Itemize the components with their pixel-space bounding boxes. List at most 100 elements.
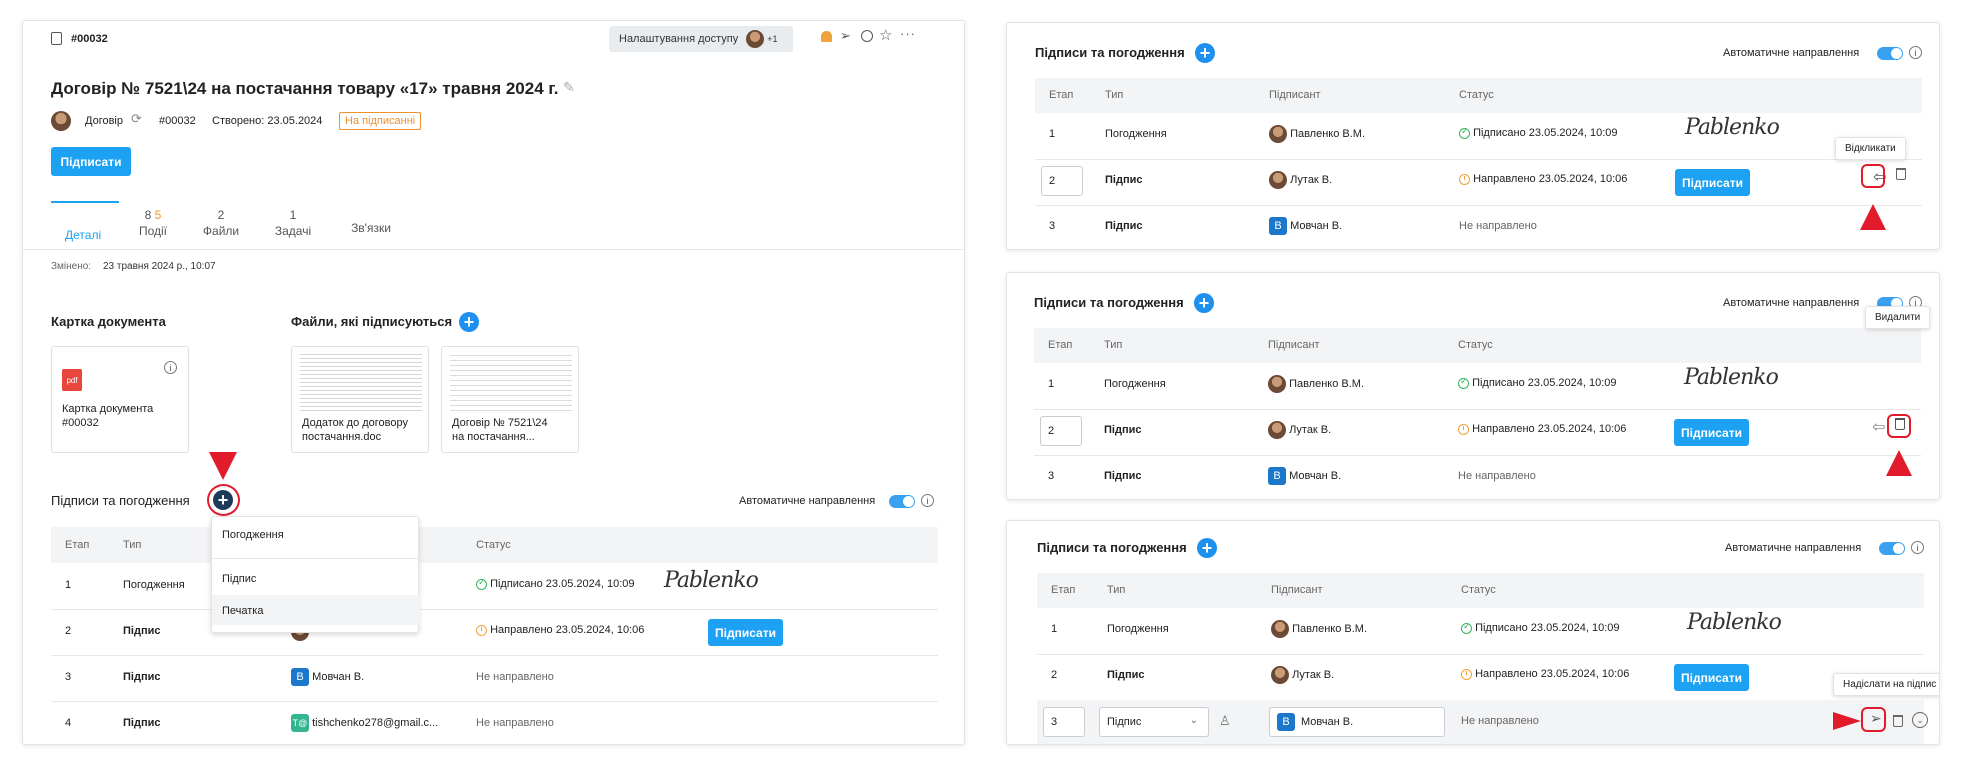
row-status: Направлено 23.05.2024, 10:06 — [1461, 668, 1629, 680]
type-select[interactable]: Підпис ⌄ — [1099, 707, 1209, 737]
pending-status-icon — [1461, 668, 1472, 680]
signer-initial-badge: B — [1277, 713, 1295, 731]
row-status: Підписано 23.05.2024, 10:09 — [1461, 621, 1620, 634]
status-text: Підписано 23.05.2024, 10:09 — [1472, 377, 1617, 389]
star-icon[interactable]: ☆ — [879, 26, 892, 44]
stage-input[interactable]: 3 — [1043, 707, 1085, 737]
signer-name: Мовчан В. — [312, 670, 365, 683]
info-icon[interactable]: i — [1911, 541, 1924, 554]
row-stage: 1 — [1048, 378, 1055, 390]
table-row: 2 Підпис Лутак В. Направлено 23.05.2024,… — [1034, 409, 1921, 455]
row-type: Підпис — [123, 625, 161, 637]
delete-tooltip: Видалити — [1865, 306, 1931, 329]
menu-item-approval[interactable]: Погодження — [222, 529, 284, 541]
signer-name: Лутак В. — [1292, 668, 1335, 681]
table-row: 3 Підпис B Мовчан В. Не направлено — [1034, 455, 1921, 499]
signer-initial-badge: B — [1268, 467, 1286, 485]
alarm-clock-icon[interactable] — [861, 30, 873, 42]
tab-details[interactable]: Деталі — [51, 201, 119, 248]
row-status: Підписано 23.05.2024, 10:09 — [1459, 126, 1618, 139]
auto-send-label: Автоматичне направлення — [1723, 47, 1860, 59]
repeat-icon: ⟳ — [131, 111, 142, 126]
row-type: Погодження — [1104, 378, 1166, 390]
tab-count-new: 5 — [154, 208, 162, 222]
table-row: 3 Підпис B Мовчан В. Не направлено — [51, 655, 938, 701]
collapse-icon[interactable]: ⌄ — [1912, 712, 1928, 728]
col-stage: Етап — [1048, 339, 1073, 351]
card-tile[interactable]: pdf i Картка документа #00032 — [51, 346, 189, 453]
row-sign-button[interactable]: Підписати — [1675, 169, 1750, 196]
tab-count: 8 — [144, 208, 152, 222]
col-signer: Підписант — [1268, 339, 1320, 351]
stamp-icon[interactable]: ♙ — [1219, 713, 1231, 729]
trash-icon[interactable] — [1896, 168, 1906, 180]
row-status: Не направлено — [476, 717, 554, 729]
menu-item-label: Печатка — [222, 605, 264, 617]
table-header: Етап Тип Підписант Статус — [1035, 78, 1922, 113]
signer-initial-badge: T@ — [291, 714, 309, 732]
send-tooltip: Надіслати на підпис — [1833, 673, 1939, 696]
stage-input[interactable]: 2 — [1040, 416, 1082, 446]
revoke-icon[interactable]: ⇦ — [1872, 417, 1885, 437]
auto-send-toggle[interactable] — [1877, 47, 1903, 60]
row-sign-button[interactable]: Підписати — [708, 619, 783, 646]
info-icon[interactable]: i — [921, 494, 934, 507]
file-tile[interactable]: Договір № 7521\24 на постачання... — [441, 346, 579, 453]
stage-input[interactable]: 2 — [1041, 166, 1083, 196]
handwritten-signature: Pablenko — [664, 568, 759, 593]
signed-status-icon — [1459, 126, 1470, 139]
doc-number: #00032 — [159, 115, 196, 127]
row-stage: 3 — [1049, 220, 1056, 232]
edit-pencil-icon[interactable]: ✎ — [563, 79, 575, 96]
row-signer: B Мовчан В. — [1269, 217, 1342, 235]
menu-item-signature[interactable]: Підпис — [222, 573, 256, 585]
col-status: Статус — [1458, 339, 1493, 351]
access-settings-button[interactable]: Налаштування доступу +1 — [609, 26, 793, 52]
row-signer: Павленко В.М. — [1269, 125, 1365, 143]
signer-avatar — [1268, 375, 1286, 393]
table-header: Етап Тип Статус — [51, 527, 938, 563]
add-file-button[interactable]: + — [459, 312, 479, 332]
tab-tasks[interactable]: 1 Задачі — [268, 208, 318, 238]
more-icon[interactable]: ··· — [900, 26, 916, 41]
send-icon[interactable]: ➢ — [840, 28, 851, 44]
annotation-ring — [1861, 707, 1886, 732]
signer-select[interactable]: B Мовчан В. — [1269, 707, 1445, 737]
add-signature-button[interactable]: + — [1197, 538, 1217, 558]
row-status: Не направлено — [1458, 470, 1536, 482]
table-row: 2 Підпис Лутак В. Направлено 23.05.2024,… — [1037, 654, 1924, 700]
trash-icon[interactable] — [1893, 715, 1903, 727]
avatar — [746, 30, 765, 48]
tab-events[interactable]: 8 5 Події — [128, 208, 178, 238]
row-type: Підпис — [1105, 220, 1143, 232]
add-signature-button[interactable]: + — [1194, 293, 1214, 313]
card-tile-number: #00032 — [62, 417, 99, 429]
row-stage: 2 — [65, 625, 72, 637]
row-stage: 1 — [1049, 128, 1056, 140]
info-icon[interactable]: i — [164, 361, 177, 374]
sign-button[interactable]: Підписати — [51, 147, 131, 176]
bell-icon[interactable] — [821, 31, 832, 42]
tab-count: 2 — [217, 208, 225, 222]
menu-item-stamp[interactable]: Печатка — [212, 595, 420, 625]
row-signer: Лутак В. — [1268, 421, 1331, 439]
row-signer: Лутак В. — [1269, 171, 1332, 189]
info-icon[interactable]: i — [1909, 46, 1922, 59]
col-type: Тип — [1104, 339, 1123, 351]
col-type: Тип — [1107, 584, 1126, 596]
row-sign-button[interactable]: Підписати — [1674, 419, 1749, 446]
handwritten-signature: Pablenko — [1684, 365, 1779, 390]
annotation-ring — [1887, 414, 1911, 438]
auto-send-toggle[interactable] — [889, 495, 915, 508]
auto-send-toggle[interactable] — [1879, 542, 1905, 555]
doc-id: #00032 — [71, 33, 108, 45]
tab-links[interactable]: Зв'язки — [341, 221, 401, 235]
table-row: 2 Підпис Направлено 23.05.2024, 10:06 Пі… — [51, 609, 938, 655]
row-sign-button[interactable]: Підписати — [1674, 664, 1749, 691]
tab-files[interactable]: 2 Файли — [196, 208, 246, 238]
signer-name: Павленко В.М. — [1292, 622, 1368, 635]
col-stage: Етап — [1051, 584, 1076, 596]
status-text: Підписано 23.05.2024, 10:09 — [490, 578, 635, 590]
file-tile[interactable]: Додаток до договору постачання.doc — [291, 346, 429, 453]
add-signature-button[interactable]: + — [1195, 43, 1215, 63]
